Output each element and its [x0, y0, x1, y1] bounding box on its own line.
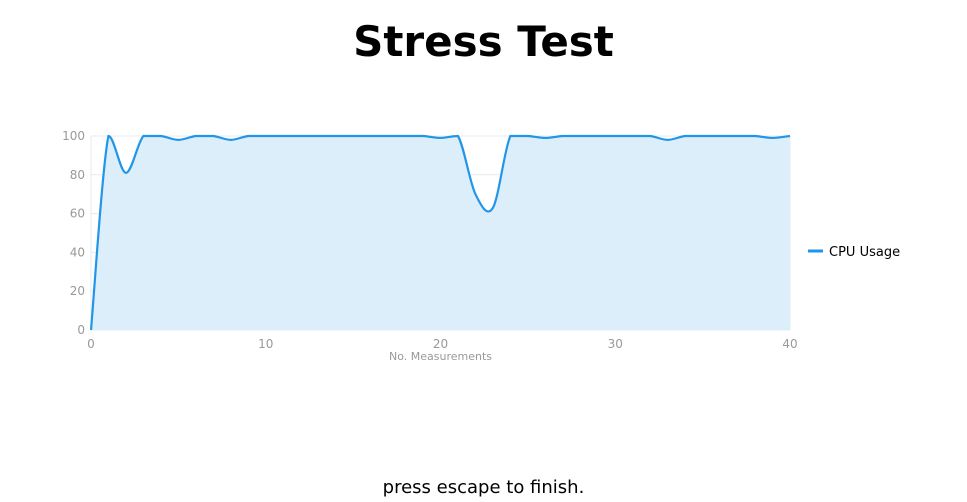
- x-axis-ticks: 0 10 20 30 40: [87, 337, 797, 351]
- cpu-usage-chart: 0 20 40 60 80 100 0 10 20 30 40 No. Measurements …: [0, 110, 967, 380]
- x-tick-label: 40: [782, 337, 797, 351]
- escape-hint: press escape to finish.: [382, 477, 585, 498]
- y-tick-label: 40: [70, 245, 85, 259]
- y-tick-label: 100: [62, 129, 85, 143]
- x-tick-label: 10: [258, 337, 273, 351]
- y-tick-label: 80: [70, 168, 85, 182]
- x-tick-label: 20: [433, 337, 448, 351]
- x-axis-label: No. Measurements: [389, 350, 492, 363]
- x-tick-label: 0: [87, 337, 95, 351]
- stress-test-page: Stress Test 0 20 40 60 80 100 0 10 20 30 40 No. M…: [0, 0, 967, 502]
- x-tick-label: 30: [608, 337, 623, 351]
- y-axis-ticks: 0 20 40 60 80 100: [62, 129, 85, 337]
- y-tick-label: 60: [70, 207, 85, 221]
- page-title: Stress Test: [353, 17, 614, 66]
- chart-legend: CPU Usage: [808, 245, 900, 260]
- chart-canvas: 020406080100 0 10 20 30 40 No. Measurements …: [62, 129, 900, 363]
- legend-label-cpu-usage: CPU Usage: [829, 245, 900, 260]
- series-area-cpu-usage: [91, 136, 790, 330]
- y-tick-label: 20: [70, 284, 85, 298]
- y-tick-label: 0: [77, 323, 85, 337]
